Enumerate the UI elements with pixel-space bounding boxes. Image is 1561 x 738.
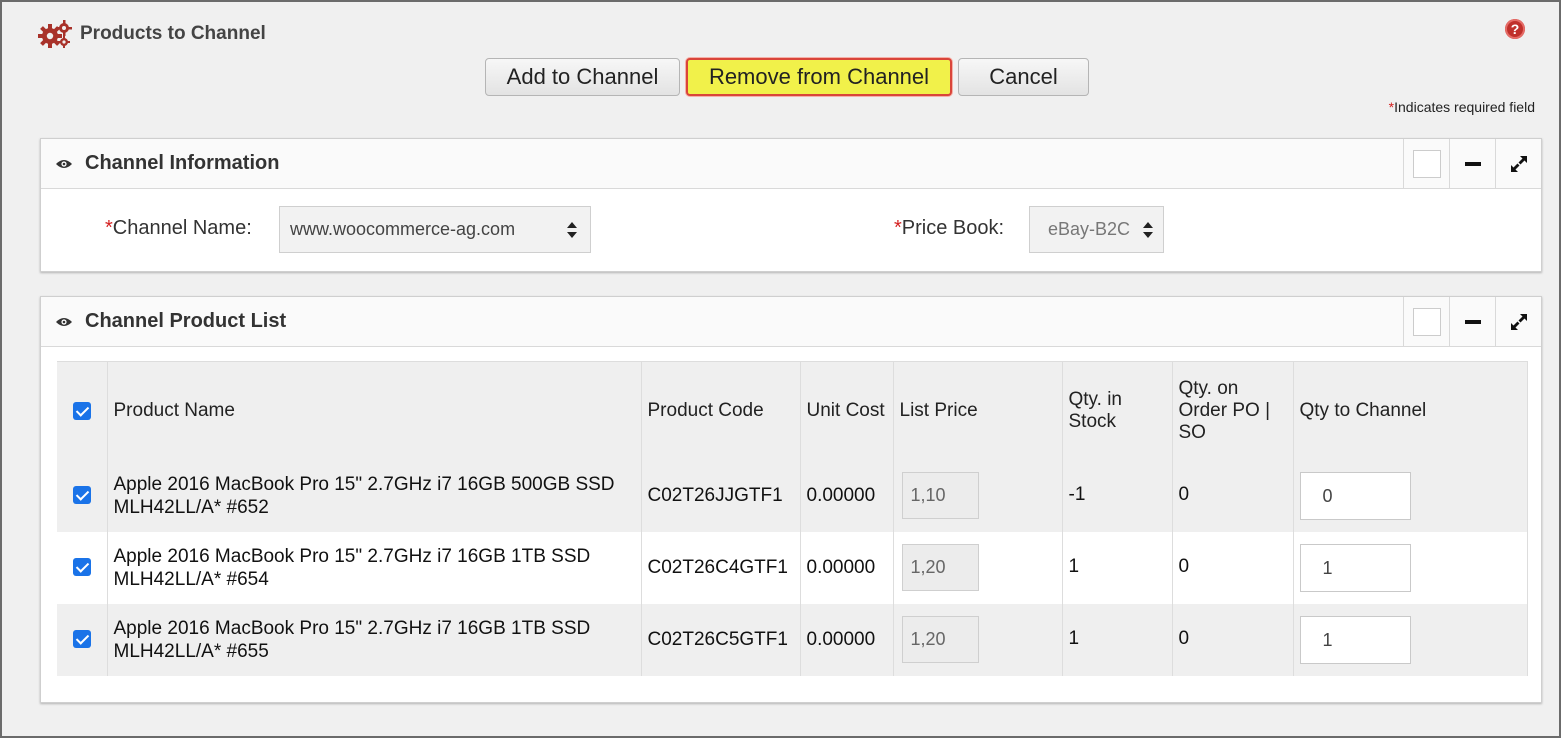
- product-code-cell: C02T26JJGTF1: [641, 459, 801, 532]
- panel-select-toggle[interactable]: [1403, 297, 1449, 347]
- product-code-cell: C02T26C4GTF1: [641, 531, 801, 604]
- panel-title: Channel Information: [85, 152, 280, 174]
- qty-to-channel-input[interactable]: 1: [1299, 615, 1411, 664]
- cancel-button[interactable]: Cancel: [958, 58, 1089, 96]
- table-header-row: Product Name Product Code Unit Cost List…: [57, 361, 1528, 460]
- column-header-qty-in-stock[interactable]: Qty. in Stock: [1062, 361, 1173, 460]
- remove-from-channel-button[interactable]: Remove from Channel: [686, 58, 952, 96]
- channel-info-row: *Channel Name: www.woocommerce-ag.com *P…: [41, 189, 1541, 269]
- collapse-button[interactable]: [1449, 297, 1495, 347]
- product-name-cell: Apple 2016 MacBook Pro 15" 2.7GHz i7 16G…: [107, 603, 642, 676]
- table-row: Apple 2016 MacBook Pro 15" 2.7GHz i7 16G…: [57, 459, 1528, 532]
- channel-name-select[interactable]: www.woocommerce-ag.com: [279, 206, 591, 253]
- product-table: Product Name Product Code Unit Cost List…: [57, 361, 1528, 676]
- expand-icon: [1510, 314, 1527, 330]
- title-bar: Products to Channel: [38, 20, 266, 48]
- unit-cost-cell: 0.00000: [800, 603, 894, 676]
- unit-cost-cell: 0.00000: [800, 459, 894, 532]
- expand-icon: [1510, 156, 1527, 172]
- panel-header: Channel Product List: [41, 297, 1541, 347]
- minus-icon: [1464, 320, 1481, 324]
- expand-button[interactable]: [1495, 139, 1541, 189]
- table-row: Apple 2016 MacBook Pro 15" 2.7GHz i7 16G…: [57, 603, 1528, 676]
- channel-information-panel: Channel Information *Channel Name: www.w…: [40, 138, 1542, 272]
- page-title: Products to Channel: [80, 23, 266, 44]
- qty-in-stock-cell: 1: [1062, 531, 1173, 604]
- toolbar: Add to Channel Remove from Channel Cance…: [485, 58, 1089, 96]
- channel-product-list-panel: Channel Product List Product Name Produc…: [40, 296, 1542, 703]
- qty-in-stock-cell: 1: [1062, 603, 1173, 676]
- column-header-list-price[interactable]: List Price: [893, 361, 1063, 460]
- qty-to-channel-input[interactable]: 1: [1299, 543, 1411, 592]
- eye-icon[interactable]: [55, 158, 73, 170]
- table-row: Apple 2016 MacBook Pro 15" 2.7GHz i7 16G…: [57, 531, 1528, 604]
- row-checkbox[interactable]: [72, 630, 91, 649]
- panel-tools: [1403, 297, 1541, 347]
- select-arrows-icon: [1133, 207, 1163, 252]
- expand-button[interactable]: [1495, 297, 1541, 347]
- minus-icon: [1464, 162, 1481, 166]
- qty-on-order-cell: 0: [1172, 531, 1294, 604]
- select-all-checkbox-cell: [57, 361, 108, 460]
- qty-in-stock-cell: -1: [1062, 459, 1173, 532]
- list-price-input[interactable]: 1,20: [901, 544, 979, 591]
- qty-on-order-cell: 0: [1172, 459, 1294, 532]
- product-name-cell: Apple 2016 MacBook Pro 15" 2.7GHz i7 16G…: [107, 459, 642, 532]
- list-price-input[interactable]: 1,20: [901, 616, 979, 663]
- collapse-button[interactable]: [1449, 139, 1495, 189]
- row-checkbox[interactable]: [72, 486, 91, 505]
- column-header-unit-cost[interactable]: Unit Cost: [800, 361, 894, 460]
- panel-header: Channel Information: [41, 139, 1541, 189]
- select-all-checkbox[interactable]: [72, 401, 91, 420]
- select-arrows-icon: [554, 207, 590, 252]
- required-field-note: *Indicates required field: [1388, 99, 1535, 115]
- list-price-input[interactable]: 1,10: [901, 472, 979, 519]
- unit-cost-cell: 0.00000: [800, 531, 894, 604]
- column-header-product-name[interactable]: Product Name: [107, 361, 642, 460]
- column-header-qty-on-order[interactable]: Qty. on Order PO | SO: [1172, 361, 1294, 460]
- column-header-qty-to-channel[interactable]: Qty to Channel: [1293, 361, 1528, 460]
- qty-to-channel-input[interactable]: 0: [1299, 471, 1411, 520]
- channel-name-label: *Channel Name:: [105, 217, 252, 239]
- product-name-cell: Apple 2016 MacBook Pro 15" 2.7GHz i7 16G…: [107, 531, 642, 604]
- qty-on-order-cell: 0: [1172, 603, 1294, 676]
- product-code-cell: C02T26C5GTF1: [641, 603, 801, 676]
- panel-select-toggle[interactable]: [1403, 139, 1449, 189]
- gears-icon: [38, 20, 72, 48]
- column-header-product-code[interactable]: Product Code: [641, 361, 801, 460]
- panel-title: Channel Product List: [85, 310, 287, 332]
- product-table-wrap: Product Name Product Code Unit Cost List…: [57, 361, 1528, 676]
- panel-tools: [1403, 139, 1541, 189]
- add-to-channel-button[interactable]: Add to Channel: [485, 58, 680, 96]
- row-checkbox[interactable]: [72, 558, 91, 577]
- price-book-label: *Price Book:: [894, 217, 1005, 239]
- help-icon[interactable]: ?: [1505, 19, 1525, 39]
- window-frame: Products to Channel ? Add to Channel Rem…: [0, 0, 1561, 738]
- eye-icon[interactable]: [55, 316, 73, 328]
- price-book-select[interactable]: eBay-B2C: [1029, 206, 1164, 253]
